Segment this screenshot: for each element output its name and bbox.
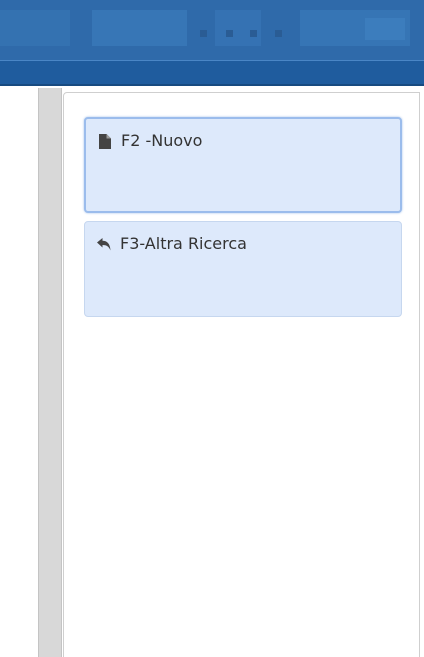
new-button[interactable]: F2 -Nuovo — [84, 117, 402, 213]
banner-decoration — [250, 30, 257, 37]
page: F2 -Nuovo F3-Altra Ricerca — [0, 0, 424, 657]
banner-decoration — [365, 18, 405, 40]
other-search-button[interactable]: F3-Altra Ricerca — [84, 221, 402, 317]
banner-decoration — [200, 30, 207, 37]
banner-decoration — [226, 30, 233, 37]
banner-decoration — [215, 10, 261, 46]
header-banner — [0, 0, 424, 60]
content-area — [0, 88, 38, 657]
other-search-button-label: F3-Altra Ricerca — [120, 234, 247, 253]
banner-decoration — [92, 10, 187, 46]
splitter-rail[interactable] — [38, 88, 62, 657]
actions-panel: F2 -Nuovo F3-Altra Ricerca — [63, 92, 420, 657]
reply-icon — [97, 236, 111, 252]
header-strip — [0, 60, 424, 86]
banner-decoration — [0, 10, 70, 46]
new-button-label: F2 -Nuovo — [121, 131, 203, 150]
banner-decoration — [275, 30, 282, 37]
file-icon — [98, 133, 112, 149]
